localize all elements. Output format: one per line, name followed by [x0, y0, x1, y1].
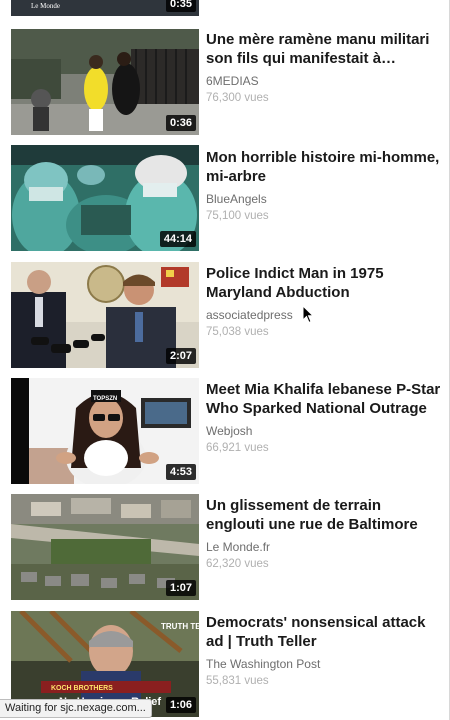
view-count: 55,831 vues [206, 675, 269, 687]
corner-text: TRUTH TELLER [161, 622, 199, 631]
cap-text: TOPSZN [93, 396, 117, 402]
channel-name[interactable]: BlueAngels [206, 192, 442, 207]
video-title[interactable]: Democrats' nonsensical attack ad | Truth… [206, 613, 442, 651]
channel-name[interactable]: The Washington Post [206, 657, 442, 672]
video-title[interactable]: Un glissement de terrain englouti une ru… [206, 496, 442, 534]
view-count: 76,300 vues [206, 92, 269, 104]
video-thumbnail[interactable]: 2:07 [11, 262, 199, 368]
list-item[interactable]: 44:14 Mon horrible histoire mi-homme, mi… [0, 145, 449, 261]
video-thumbnail[interactable]: 1:07 [11, 494, 199, 600]
video-duration: 1:07 [165, 580, 196, 596]
video-duration: 0:35 [165, 0, 196, 12]
video-title[interactable]: Police Indict Man in 1975 Maryland Abduc… [206, 264, 442, 302]
video-thumbnail[interactable]: 0:36 [11, 29, 199, 135]
view-count: 62,320 vues [206, 558, 269, 570]
video-thumbnail[interactable]: TOPSZN 4:53 [11, 378, 199, 484]
list-item[interactable]: 2:07 Police Indict Man in 1975 Maryland … [0, 262, 449, 378]
video-thumbnail[interactable]: Le Monde 0:35 [11, 0, 199, 16]
mouse-cursor-icon [302, 305, 314, 324]
video-title[interactable]: Meet Mia Khalifa lebanese P-Star Who Spa… [206, 380, 442, 418]
video-feed: Le Monde 0:35 0:36 Une mère ramène manu … [0, 0, 450, 720]
video-duration: 2:07 [165, 348, 196, 364]
list-item[interactable]: TOPSZN 4:53 Meet Mia Khalifa lebanese P-… [0, 378, 449, 494]
overlay-top-text: KOCH BROTHERS [51, 685, 113, 692]
view-count: 75,100 vues [206, 210, 269, 222]
channel-name[interactable]: Le Monde.fr [206, 540, 442, 555]
list-item-partial[interactable]: Le Monde 0:35 [0, 0, 449, 26]
list-item[interactable]: 1:07 Un glissement de terrain englouti u… [0, 494, 449, 610]
newspaper-logo: Le Monde [31, 2, 60, 10]
video-title[interactable]: Une mère ramène manu militari son fils q… [206, 30, 442, 68]
video-duration: 1:06 [165, 697, 196, 713]
view-count: 75,038 vues [206, 326, 269, 338]
view-count: 66,921 vues [206, 442, 269, 454]
list-item[interactable]: 0:36 Une mère ramène manu militari son f… [0, 28, 449, 144]
channel-name[interactable]: 6MEDIAS [206, 74, 442, 89]
video-thumbnail[interactable]: 44:14 [11, 145, 199, 251]
video-duration: 44:14 [159, 231, 196, 247]
channel-name[interactable]: Webjosh [206, 424, 442, 439]
channel-name[interactable]: associatedpress [206, 308, 442, 323]
video-duration: 0:36 [165, 115, 196, 131]
video-duration: 4:53 [165, 464, 196, 480]
video-title[interactable]: Mon horrible histoire mi-homme, mi-arbre [206, 148, 442, 186]
browser-status-bar: Waiting for sjc.nexage.com... [0, 699, 152, 718]
